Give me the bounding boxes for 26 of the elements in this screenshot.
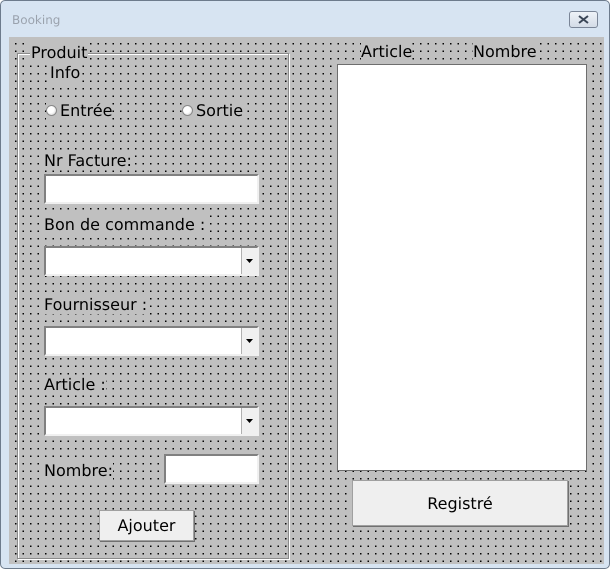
info-label: Info xyxy=(50,63,80,82)
window-title: Booking xyxy=(12,13,60,27)
dropdown-arrow-icon[interactable] xyxy=(246,339,253,343)
text-field[interactable] xyxy=(164,454,259,484)
combo-box[interactable] xyxy=(44,326,259,356)
radio-label: Sortie xyxy=(196,101,244,120)
dropdown-arrow-icon[interactable] xyxy=(246,259,253,263)
radio-button[interactable] xyxy=(46,105,57,116)
radio-option[interactable]: Sortie xyxy=(182,101,244,120)
column-header: Article xyxy=(361,42,412,61)
close-button[interactable] xyxy=(569,11,598,28)
radio-button[interactable] xyxy=(182,105,193,116)
radio-label: Entrée xyxy=(60,101,112,120)
combo-box[interactable] xyxy=(44,406,259,436)
field-label: Fournisseur : xyxy=(44,295,148,314)
field-label: Bon de commande : xyxy=(44,215,206,234)
field-label: Nombre: xyxy=(44,461,113,480)
dropdown-arrow-icon[interactable] xyxy=(246,419,253,423)
combo-box[interactable] xyxy=(44,246,259,276)
add-button[interactable]: Ajouter xyxy=(99,510,194,541)
text-field[interactable] xyxy=(44,174,259,204)
save-button[interactable]: Registré xyxy=(352,480,568,526)
frame-caption: Produit xyxy=(30,43,88,62)
radio-option[interactable]: Entrée xyxy=(46,101,112,120)
column-header: Nombre xyxy=(473,42,537,61)
close-icon xyxy=(578,15,589,24)
